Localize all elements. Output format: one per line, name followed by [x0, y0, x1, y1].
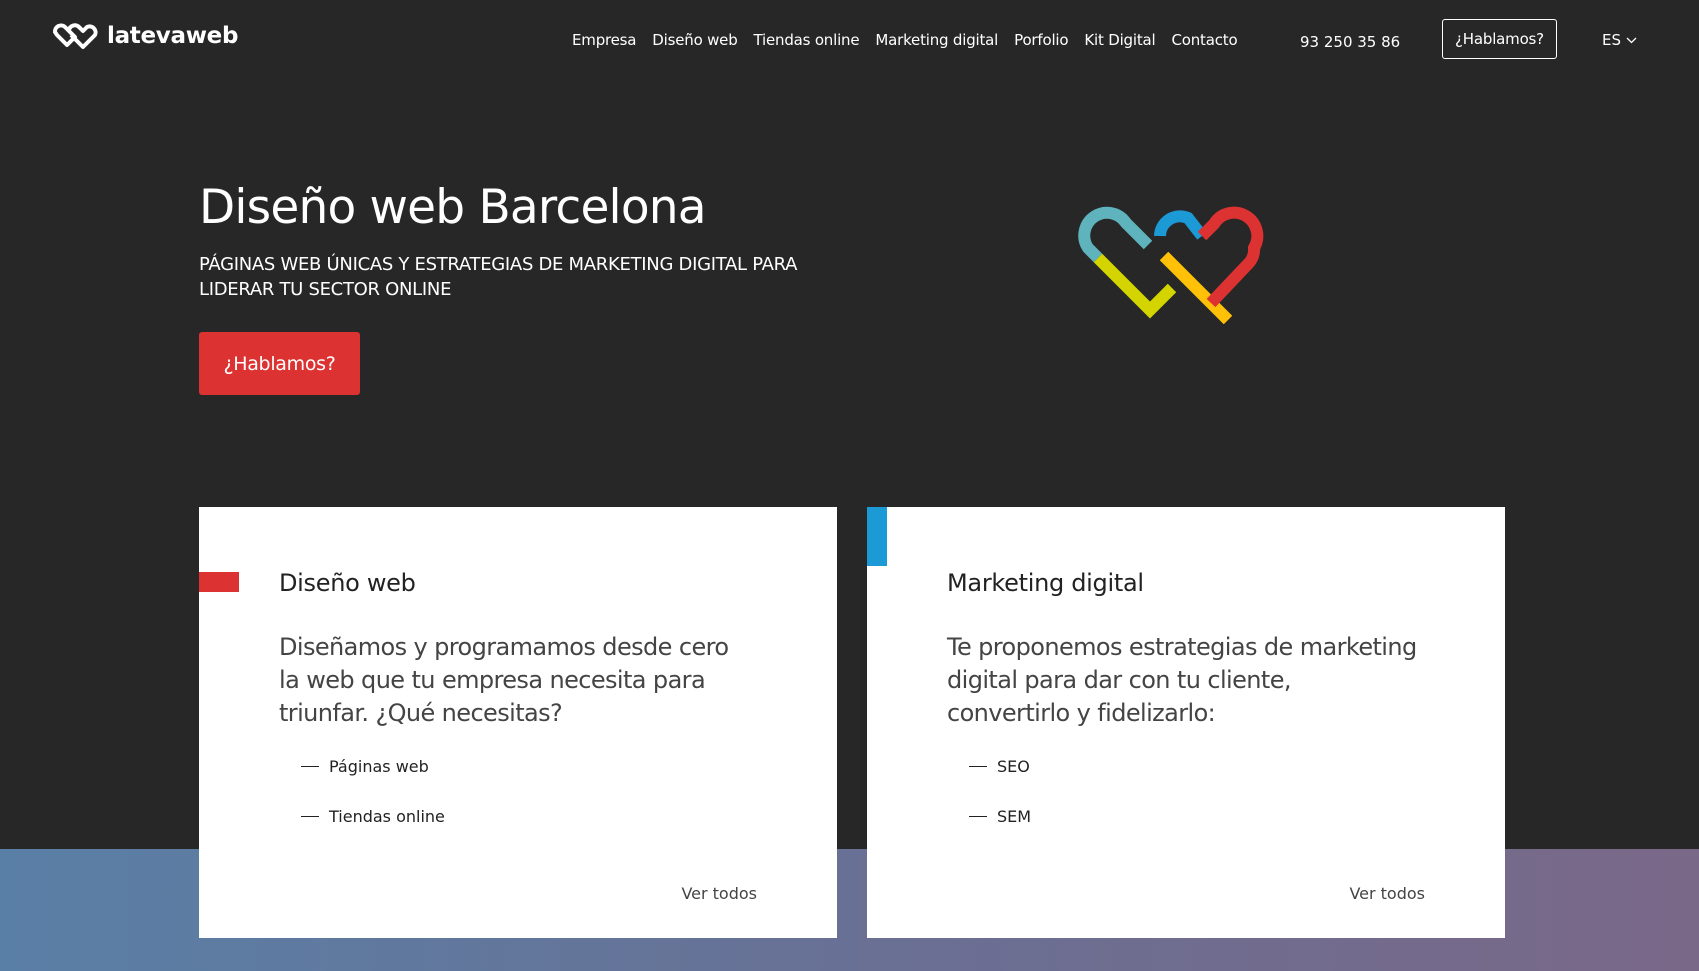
nav-item-tiendas-online[interactable]: Tiendas online [754, 31, 860, 49]
nav-item-diseno-web[interactable]: Diseño web [652, 31, 737, 49]
phone-link[interactable]: 93 250 35 86 [1300, 33, 1400, 51]
nav-item-empresa[interactable]: Empresa [572, 31, 636, 49]
list-item[interactable]: SEO [969, 757, 1031, 807]
language-label: ES [1602, 31, 1621, 49]
nav-item-porfolio[interactable]: Porfolio [1014, 31, 1068, 49]
language-selector[interactable]: ES [1602, 31, 1637, 49]
main-navigation: Empresa Diseño web Tiendas online Market… [572, 31, 1238, 49]
hero-title: Diseño web Barcelona [199, 180, 707, 235]
site-logo[interactable]: latevaweb [51, 20, 238, 52]
logo-text: latevaweb [107, 23, 239, 49]
card-title: Diseño web [279, 569, 416, 597]
card-accent-bar [867, 507, 887, 566]
list-item-label: SEM [997, 807, 1032, 826]
dash-icon [969, 816, 987, 817]
see-all-link[interactable]: Ver todos [1349, 884, 1425, 903]
dash-icon [969, 766, 987, 767]
nav-item-marketing-digital[interactable]: Marketing digital [875, 31, 998, 49]
chevron-down-icon [1626, 37, 1637, 44]
card-description: Diseñamos y programamos desde cero la we… [279, 633, 729, 727]
card-title: Marketing digital [947, 569, 1144, 597]
heart-logo-icon [51, 22, 99, 50]
hero-subtitle: PÁGINAS WEB ÚNICAS Y ESTRATEGIAS DE MARK… [199, 254, 798, 300]
list-item-label: Páginas web [329, 757, 429, 776]
dash-icon [301, 766, 319, 767]
hero-contact-button[interactable]: ¿Hablamos? [199, 332, 360, 395]
service-card-diseno-web: Diseño web Diseñamos y programamos desde… [199, 507, 837, 938]
list-item[interactable]: SEM [969, 807, 1031, 857]
card-accent-bar [199, 572, 239, 592]
list-item[interactable]: Tiendas online [301, 807, 445, 857]
list-item[interactable]: Páginas web [301, 757, 445, 807]
card-link-list: SEO SEM [969, 757, 1031, 857]
list-item-label: Tiendas online [329, 807, 445, 826]
list-item-label: SEO [997, 757, 1030, 776]
card-description: Te proponemos estrategias de marketing d… [947, 633, 1417, 727]
service-card-marketing-digital: Marketing digital Te proponemos estrateg… [867, 507, 1505, 938]
card-link-list: Páginas web Tiendas online [301, 757, 445, 857]
header-contact-button[interactable]: ¿Hablamos? [1442, 19, 1557, 59]
nav-item-kit-digital[interactable]: Kit Digital [1084, 31, 1155, 49]
hero-heart-logo-icon [1076, 206, 1301, 340]
see-all-link[interactable]: Ver todos [681, 884, 757, 903]
dash-icon [301, 816, 319, 817]
nav-item-contacto[interactable]: Contacto [1171, 31, 1237, 49]
